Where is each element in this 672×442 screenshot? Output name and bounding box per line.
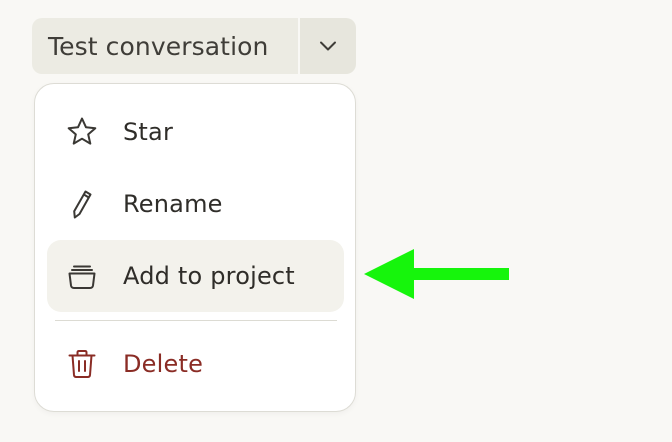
conversation-options-menu: Star Rename Add to project Delete <box>34 83 356 412</box>
pencil-icon <box>65 187 99 221</box>
menu-item-label: Add to project <box>123 262 295 290</box>
star-icon <box>65 115 99 149</box>
menu-item-label: Star <box>123 118 174 146</box>
conversation-title-button[interactable]: Test conversation <box>32 18 298 74</box>
menu-item-delete[interactable]: Delete <box>47 328 344 400</box>
annotation-arrow-icon <box>364 249 509 299</box>
menu-item-label: Rename <box>123 190 223 218</box>
trash-icon <box>65 347 99 381</box>
menu-item-star[interactable]: Star <box>47 96 344 168</box>
conversation-title-group: Test conversation <box>32 18 356 74</box>
chevron-down-icon <box>320 41 336 51</box>
menu-item-label: Delete <box>123 350 204 378</box>
menu-item-add-to-project[interactable]: Add to project <box>47 240 344 312</box>
project-box-icon <box>65 259 99 293</box>
conversation-title: Test conversation <box>48 31 269 61</box>
menu-item-rename[interactable]: Rename <box>47 168 344 240</box>
conversation-menu-toggle[interactable] <box>300 18 356 74</box>
menu-divider <box>55 320 337 321</box>
